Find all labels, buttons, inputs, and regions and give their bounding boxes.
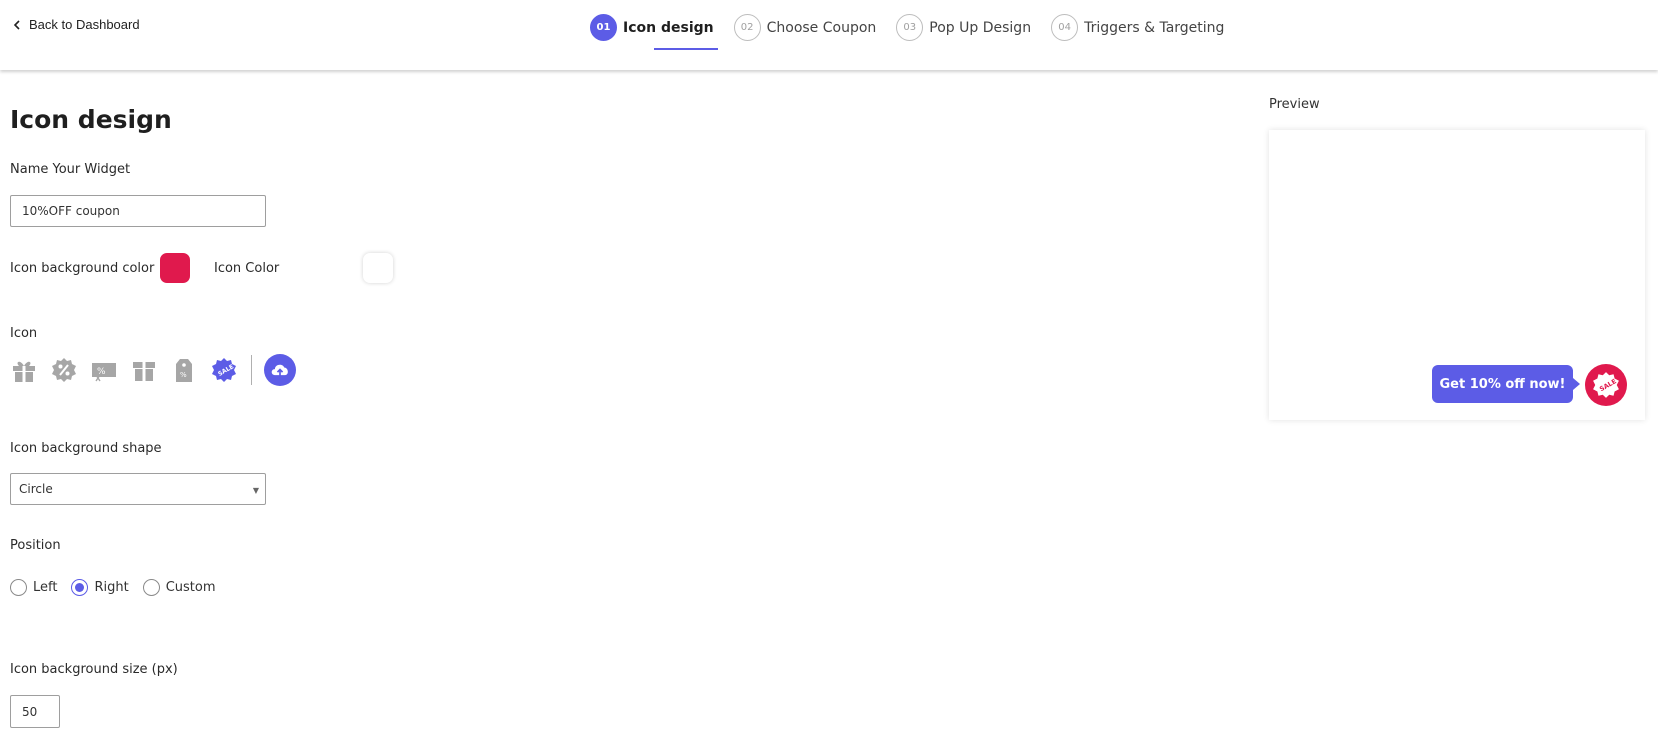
shape-label: Icon background shape [10, 441, 162, 456]
price-tag-icon[interactable]: % [170, 355, 198, 385]
radio-label: Custom [165, 580, 216, 595]
step-triggers-targeting[interactable]: 04 Triggers & Targeting [1051, 14, 1224, 41]
position-radio-group: Left Right Custom [10, 579, 230, 596]
cloud-upload-icon [271, 364, 288, 377]
chevron-down-icon: ▼ [252, 486, 259, 495]
radio-right[interactable] [71, 579, 89, 596]
cta-bubble[interactable]: Get 10% off now! [1432, 365, 1580, 403]
size-label: Icon background size (px) [10, 662, 178, 677]
percent-badge-icon[interactable] [50, 355, 78, 385]
preview-label: Preview [1269, 97, 1320, 112]
step-number: 02 [733, 14, 761, 41]
shape-select[interactable]: Circle ▼ [10, 473, 266, 505]
wizard-steps: 01 Icon design 02 Choose Coupon 03 Pop U… [590, 14, 1244, 50]
radio-left[interactable] [10, 579, 27, 596]
radio-label: Left [33, 580, 58, 595]
gift-box-icon[interactable] [130, 355, 158, 385]
icon-label: Icon [10, 326, 38, 341]
sale-badge-icon: SALE [1593, 372, 1619, 398]
step-choose-coupon[interactable]: 02 Choose Coupon [733, 14, 877, 41]
step-label: Choose Coupon [766, 19, 877, 36]
percent-ticket-icon[interactable]: % [90, 355, 118, 385]
step-label: Pop Up Design [929, 19, 1032, 36]
widget-name-label: Name Your Widget [10, 162, 131, 177]
icon-bg-color-swatch[interactable] [160, 253, 190, 283]
radio-label: Right [94, 580, 129, 595]
step-label: Icon design [623, 19, 718, 50]
position-custom-option[interactable]: Custom [142, 579, 216, 596]
icon-color-label: Icon Color [214, 261, 280, 276]
icon-picker: % % SALE [10, 354, 296, 386]
size-input[interactable]: 50 [10, 695, 60, 728]
cta-text: Get 10% off now! [1439, 376, 1566, 392]
back-to-dashboard-link[interactable]: Back to Dashboard [13, 17, 140, 32]
icon-bg-color-label: Icon background color [10, 261, 155, 276]
sale-badge-icon[interactable]: SALE [210, 355, 238, 385]
icon-divider [251, 355, 252, 385]
position-left-option[interactable]: Left [10, 579, 57, 596]
widget-name-input[interactable]: 10%OFF coupon [10, 195, 266, 227]
step-icon-design[interactable]: 01 Icon design [590, 14, 718, 50]
top-bar: Back to Dashboard 01 Icon design 02 Choo… [0, 0, 1658, 70]
back-label: Back to Dashboard [29, 17, 140, 32]
step-number: 03 [896, 14, 924, 41]
position-right-option[interactable]: Right [71, 579, 129, 596]
step-number: 01 [590, 14, 617, 41]
chevron-left-icon [13, 19, 20, 30]
radio-custom[interactable] [142, 579, 160, 596]
step-number: 04 [1051, 14, 1079, 41]
step-label: Triggers & Targeting [1084, 19, 1225, 36]
svg-text:%: % [97, 367, 106, 377]
svg-text:%: % [180, 371, 187, 379]
position-label: Position [10, 538, 61, 553]
step-pop-up-design[interactable]: 03 Pop Up Design [896, 14, 1031, 41]
icon-color-swatch[interactable] [363, 253, 393, 283]
gift-icon[interactable] [10, 355, 38, 385]
widget-icon[interactable]: SALE [1585, 364, 1627, 406]
shape-value: Circle [19, 482, 53, 496]
preview-panel: Get 10% off now! SALE [1269, 130, 1645, 420]
page-title: Icon design [10, 105, 172, 134]
upload-icon-button[interactable] [264, 354, 296, 386]
